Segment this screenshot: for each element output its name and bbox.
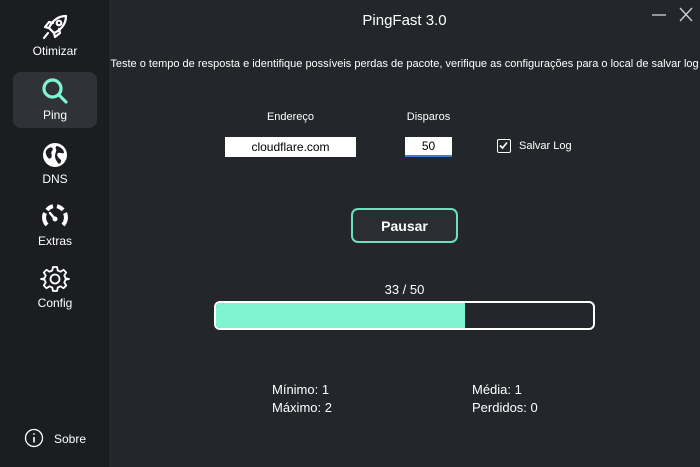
close-button[interactable]	[675, 6, 697, 24]
window-title: PingFast 3.0	[362, 12, 447, 29]
save-log-checkbox[interactable]	[497, 139, 511, 153]
address-input[interactable]	[225, 137, 356, 157]
stat-average: Média: 1	[472, 382, 522, 397]
page-description: Teste o tempo de resposta e identifique …	[110, 58, 699, 70]
magnifier-icon	[40, 76, 70, 106]
minimize-button[interactable]	[648, 6, 670, 24]
save-log-label: Salvar Log	[519, 140, 572, 152]
globe-icon	[40, 140, 70, 170]
sidebar-item-config[interactable]: Config	[13, 260, 97, 316]
sidebar-item-label: Ping	[42, 108, 68, 122]
sidebar-item-label: Sobre	[54, 432, 87, 446]
rocket-icon	[40, 12, 70, 42]
address-label: Endereço	[266, 111, 315, 123]
minimize-icon	[652, 14, 666, 16]
progress-fill	[216, 303, 465, 328]
progress-bar	[214, 301, 595, 330]
sidebar-item-ping[interactable]: Ping	[13, 72, 97, 128]
stat-lost: Perdidos: 0	[472, 400, 538, 415]
pause-button[interactable]: Pausar	[351, 208, 458, 243]
gauge-icon	[40, 202, 70, 232]
sidebar-item-label: Extras	[37, 234, 72, 248]
progress-text: 33 / 50	[384, 282, 425, 297]
checkmark-icon	[499, 141, 508, 150]
sidebar-item-label: Config	[37, 296, 73, 310]
sidebar: Otimizar Ping DNS Extras Config Sobre	[0, 0, 109, 467]
sidebar-item-dns[interactable]: DNS	[13, 136, 97, 192]
sidebar-item-label: Otimizar	[32, 44, 78, 58]
close-icon	[679, 7, 693, 22]
sidebar-item-sobre[interactable]: Sobre	[24, 428, 104, 452]
shots-label: Disparos	[406, 111, 451, 123]
gear-icon	[40, 264, 70, 294]
stat-maximum: Máximo: 2	[272, 400, 332, 415]
sidebar-item-otimizar[interactable]: Otimizar	[13, 8, 97, 64]
sidebar-item-extras[interactable]: Extras	[13, 198, 97, 254]
sidebar-item-label: DNS	[42, 172, 68, 186]
stat-minimum: Mínimo: 1	[272, 382, 330, 397]
info-icon	[24, 428, 44, 448]
shots-input[interactable]	[405, 137, 452, 157]
